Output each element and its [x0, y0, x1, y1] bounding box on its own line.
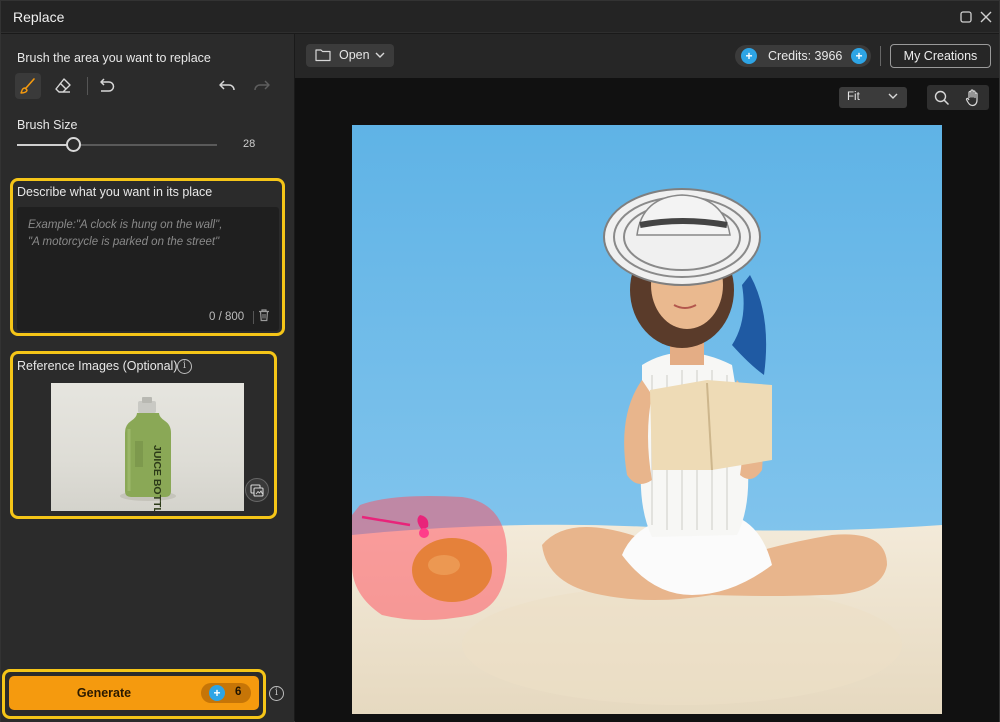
chevron-down-icon — [375, 52, 385, 58]
add-credit-icon[interactable]: + — [851, 48, 867, 64]
search-icon[interactable] — [930, 87, 954, 108]
open-label: Open — [339, 48, 370, 62]
tool-separator — [87, 77, 88, 95]
reference-heading: Reference Images (Optional) — [17, 359, 178, 373]
trash-icon[interactable] — [257, 308, 273, 324]
window-title: Replace — [13, 9, 65, 25]
hand-icon[interactable] — [961, 87, 985, 108]
credits-label: Credits: 3966 — [768, 49, 843, 63]
generate-cost-pill: + 6 — [201, 683, 251, 703]
credit-icon: + — [741, 48, 757, 64]
replace-window: Replace Brush the area you want to repla… — [0, 0, 1000, 722]
open-button[interactable]: Open — [306, 44, 394, 67]
folder-icon — [315, 49, 331, 62]
brush-size-label: Brush Size — [17, 118, 78, 132]
zoom-select[interactable]: Fit — [839, 87, 907, 108]
describe-textarea[interactable]: Example:"A clock is hung on the wall", "… — [17, 207, 279, 331]
brush-size-fill — [17, 144, 73, 146]
my-creations-button[interactable]: My Creations — [890, 44, 991, 68]
zoom-select-value: Fit — [847, 91, 860, 103]
brush-size-value: 28 — [243, 138, 256, 150]
chevron-down-icon — [888, 93, 898, 99]
undo-icon[interactable] — [214, 73, 240, 99]
info-icon[interactable]: i — [177, 359, 192, 374]
maximize-icon[interactable] — [956, 7, 976, 27]
eraser-icon[interactable] — [50, 73, 76, 99]
juice-bottle-image: JUICE BOTTLE — [120, 397, 176, 511]
title-bar: Replace — [1, 1, 999, 33]
redo-icon[interactable] — [249, 73, 275, 99]
count-divider — [253, 311, 254, 324]
describe-heading: Describe what you want in its place — [17, 185, 213, 199]
reference-image-label: JUICE BOTTLE — [151, 445, 163, 511]
toolbar-separator — [880, 46, 881, 66]
close-icon[interactable] — [976, 7, 996, 27]
view-tools — [927, 85, 989, 110]
generate-label: Generate — [76, 686, 132, 700]
swap-image-icon[interactable] — [245, 478, 269, 502]
char-count: 0 / 800 — [209, 311, 245, 323]
generate-cost: 6 — [235, 686, 242, 698]
brush-size-slider[interactable] — [17, 137, 217, 152]
credit-icon: + — [209, 685, 225, 701]
generate-info-icon[interactable]: i — [269, 686, 284, 701]
brush-icon[interactable] — [15, 73, 41, 99]
credits-display: + Credits: 3966 + — [735, 45, 871, 67]
brush-size-thumb[interactable] — [66, 137, 81, 152]
reference-image[interactable]: JUICE BOTTLE — [51, 383, 244, 511]
canvas-image[interactable] — [352, 125, 942, 714]
beach-photo — [352, 125, 942, 714]
brush-heading: Brush the area you want to replace — [17, 51, 211, 65]
describe-placeholder: Example:"A clock is hung on the wall", "… — [28, 219, 223, 248]
generate-button[interactable]: Generate + 6 — [9, 676, 259, 710]
reset-icon[interactable] — [93, 73, 119, 99]
